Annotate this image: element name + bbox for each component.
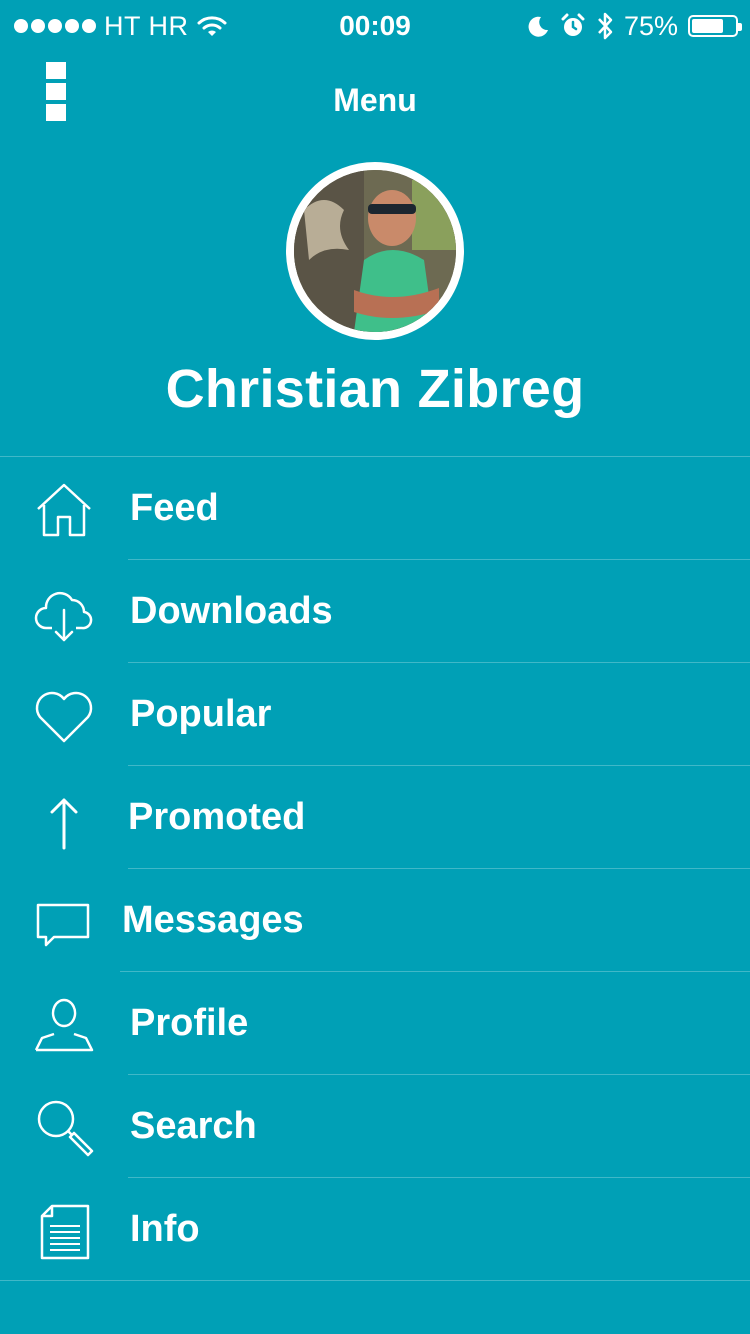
menu-item-label: Downloads (130, 590, 333, 632)
nav-bar: Menu (0, 52, 750, 148)
menu-item-label: Profile (130, 1002, 249, 1044)
menu-item-label: Popular (130, 693, 272, 735)
menu-item-feed[interactable]: Feed (0, 457, 750, 560)
menu-item-label: Feed (130, 487, 219, 529)
arrow-up-icon (50, 798, 78, 850)
status-bar: HT HR 00:09 75% (0, 0, 750, 52)
alarm-icon (561, 13, 585, 36)
document-icon (40, 1204, 90, 1260)
heart-icon (35, 691, 93, 743)
menu-item-label: Info (130, 1208, 200, 1250)
menu-item-messages[interactable]: Messages (0, 869, 750, 972)
avatar-photo (294, 170, 456, 332)
status-right: 75% (526, 9, 742, 43)
menu-item-info[interactable]: Info (0, 1178, 750, 1281)
menu-item-popular[interactable]: Popular (0, 663, 750, 766)
menu-item-label: Search (130, 1105, 257, 1147)
nav-title: Menu (333, 82, 417, 118)
search-icon (37, 1100, 94, 1157)
menu-item-downloads[interactable]: Downloads (0, 560, 750, 663)
battery-icon (688, 15, 742, 37)
menu-list: Feed Downloads Popular Promoted Messages (0, 456, 750, 1281)
moon-icon (528, 16, 548, 37)
person-icon (34, 998, 94, 1052)
message-icon (36, 903, 90, 947)
menu-item-profile[interactable]: Profile (0, 972, 750, 1075)
bluetooth-icon (598, 12, 613, 40)
cloud-download-icon (34, 591, 93, 642)
home-icon (37, 483, 91, 537)
menu-item-search[interactable]: Search (0, 1075, 750, 1178)
avatar[interactable] (286, 162, 464, 340)
user-name: Christian Zibreg (165, 359, 585, 419)
menu-item-label: Messages (122, 899, 304, 941)
battery-percent: 75% (623, 10, 678, 41)
menu-item-promoted[interactable]: Promoted (0, 766, 750, 869)
battery-fill (692, 19, 723, 33)
menu-item-label: Promoted (128, 796, 306, 838)
divider (0, 1280, 750, 1281)
